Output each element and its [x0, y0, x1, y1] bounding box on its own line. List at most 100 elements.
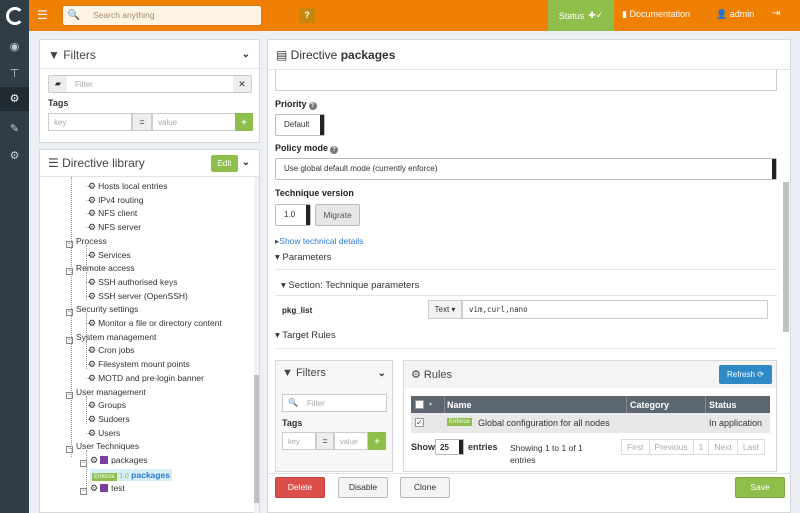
admin-icon[interactable]: ✎ — [0, 122, 29, 136]
tree-item[interactable]: ⚙ IPv4 routing — [88, 195, 143, 206]
description-textarea[interactable] — [275, 70, 777, 91]
tree-item[interactable]: Enforce 1.0 packages — [90, 468, 172, 481]
technique-icon: ⚙ — [88, 194, 97, 205]
filters-header[interactable]: ▼ Filters — [48, 48, 96, 62]
chevron-down-icon[interactable]: ⌄ — [378, 368, 386, 379]
collapse-toggle[interactable]: − — [66, 336, 73, 344]
divider — [275, 295, 777, 296]
pager-last[interactable]: Last — [738, 440, 764, 454]
tree-item[interactable]: ⚙ NFS client — [88, 208, 137, 219]
logout-icon[interactable]: ⇥ — [772, 8, 780, 19]
priority-select[interactable]: Default — [275, 114, 325, 136]
delete-button[interactable]: Delete — [275, 477, 325, 498]
col-name[interactable]: Name — [447, 400, 472, 410]
col-status[interactable]: Status — [709, 400, 737, 410]
pager-previous[interactable]: Previous — [650, 440, 694, 454]
chevron-down-icon[interactable]: ⌄ — [242, 157, 250, 168]
row-checkbox[interactable]: ✓ — [415, 418, 424, 427]
tree-item[interactable]: ⚙ Filesystem mount points — [88, 359, 190, 370]
policy-mode-value: Use global default mode (currently enfor… — [284, 164, 438, 173]
settings-icon[interactable]: ⚙ — [0, 149, 29, 163]
search-input[interactable]: Search anything — [93, 10, 154, 20]
collapse-toggle[interactable]: − — [66, 268, 73, 276]
tree-item[interactable]: ⚙ Sudoers — [88, 414, 130, 425]
rules-add-tag-button[interactable]: + — [368, 432, 386, 450]
migrate-button[interactable]: Migrate — [315, 204, 360, 226]
status-button[interactable]: Status ✚✓ — [548, 0, 614, 31]
tree-item[interactable]: − Remote access — [66, 263, 135, 276]
tree-item[interactable]: − Security settings — [66, 304, 138, 317]
tree-item[interactable]: ⚙ Services — [88, 250, 131, 261]
sort-icon[interactable]: ▾ — [429, 401, 432, 408]
rules-tag-value-input[interactable]: value — [334, 432, 368, 450]
collapse-toggle[interactable]: − — [66, 309, 73, 317]
add-tag-button[interactable]: + — [235, 113, 253, 131]
scrollbar-thumb[interactable] — [254, 375, 259, 503]
policy-mode-select[interactable]: Use global default mode (currently enfor… — [275, 158, 777, 180]
rules-filters-header[interactable]: ▼ Filters — [282, 367, 326, 379]
config-icon[interactable]: ⚙ — [0, 87, 29, 111]
tree-item[interactable]: − User management — [66, 387, 146, 399]
tree-item[interactable]: ⚙ SSH authorised keys — [88, 277, 177, 288]
filter-input[interactable]: Filter — [75, 80, 93, 89]
refresh-button[interactable]: Refresh ⟳ — [719, 365, 772, 384]
rudder-logo[interactable] — [0, 0, 29, 31]
page-size-select[interactable]: 25 — [435, 439, 464, 455]
pager-first[interactable]: First — [622, 440, 650, 454]
pager-next[interactable]: Next — [709, 440, 738, 454]
tree-item[interactable]: ⚙ NFS server — [88, 222, 141, 233]
user-menu[interactable]: 👤 admin — [716, 9, 754, 20]
technique-version-select[interactable]: 1.0 — [275, 204, 311, 226]
tree-item[interactable]: − ⚙ packages — [80, 455, 147, 467]
nodes-icon[interactable]: ⊤ — [0, 67, 29, 81]
tree-item[interactable]: ⚙ Users — [88, 428, 120, 439]
tag-value-input[interactable]: value — [152, 113, 236, 131]
library-scrollbar[interactable] — [254, 177, 259, 513]
tree-item[interactable]: − System management — [66, 332, 156, 344]
help-icon[interactable]: ? — [308, 102, 317, 110]
dashboard-icon[interactable]: ◉ — [0, 40, 29, 54]
select-all-checkbox[interactable] — [415, 400, 424, 409]
tree-item[interactable]: − Process — [66, 236, 107, 248]
table-row[interactable]: ✓ Enforce Global configuration for all n… — [411, 413, 770, 433]
collapse-toggle[interactable]: − — [66, 391, 73, 399]
show-technical-details-link[interactable]: ▸Show technical details — [275, 236, 363, 247]
target-rules-toggle[interactable]: ▾ Target Rules — [275, 330, 336, 341]
gears-icon: ⚙ — [411, 369, 424, 381]
edit-library-button[interactable]: Edit — [211, 155, 238, 172]
param-type-select[interactable]: Text ▾ — [428, 300, 462, 319]
search-box[interactable]: 🔍 Search anything ? — [62, 5, 315, 26]
rule-name[interactable]: Global configuration for all nodes — [478, 418, 610, 428]
tree-item[interactable]: ⚙ Groups — [88, 400, 126, 411]
collapse-toggle[interactable]: − — [66, 446, 73, 454]
param-value-input[interactable]: vim,curl,nano — [462, 300, 768, 319]
save-button[interactable]: Save — [735, 477, 785, 498]
tree-item[interactable]: ⚙ SSH server (OpenSSH) — [88, 291, 188, 302]
clear-filter-icon[interactable]: ✕ — [233, 76, 251, 92]
tree-item[interactable]: − ⚙ test — [80, 483, 125, 495]
rules-tag-key-input[interactable]: key — [282, 432, 316, 450]
refresh-icon: ⟳ — [757, 370, 764, 379]
section-toggle[interactable]: ▾ Section: Technique parameters — [281, 280, 419, 291]
parameters-toggle[interactable]: ▾ Parameters — [275, 252, 332, 263]
tag-key-input[interactable]: key — [48, 113, 132, 131]
collapse-toggle[interactable]: − — [66, 240, 73, 248]
collapse-toggle[interactable]: − — [80, 460, 87, 467]
documentation-link[interactable]: ▮ Documentation — [622, 9, 690, 20]
tree-item[interactable]: ⚙ Cron jobs — [88, 345, 134, 356]
tree-item[interactable]: ⚙ MOTD and pre-login banner — [88, 373, 204, 384]
tree-item[interactable]: ⚙ Monitor a file or directory content — [88, 318, 222, 329]
collapse-toggle[interactable]: − — [80, 487, 87, 495]
tree-item[interactable]: − User Techniques — [66, 441, 139, 454]
clone-button[interactable]: Clone — [400, 477, 450, 498]
chevron-down-icon[interactable]: ⌄ — [242, 49, 250, 60]
pager-page-1[interactable]: 1 — [694, 440, 710, 454]
hamburger-icon[interactable]: ☰ — [37, 8, 48, 22]
rules-filter-input[interactable]: Filter — [307, 399, 325, 408]
search-help-button[interactable]: ? — [299, 8, 315, 23]
disable-button[interactable]: Disable — [338, 477, 388, 498]
help-icon[interactable]: ? — [330, 146, 339, 154]
col-category[interactable]: Category — [630, 400, 669, 410]
tree-item[interactable]: ⚙ Hosts local entries — [88, 181, 168, 192]
main-scrollbar-thumb[interactable] — [783, 182, 789, 332]
